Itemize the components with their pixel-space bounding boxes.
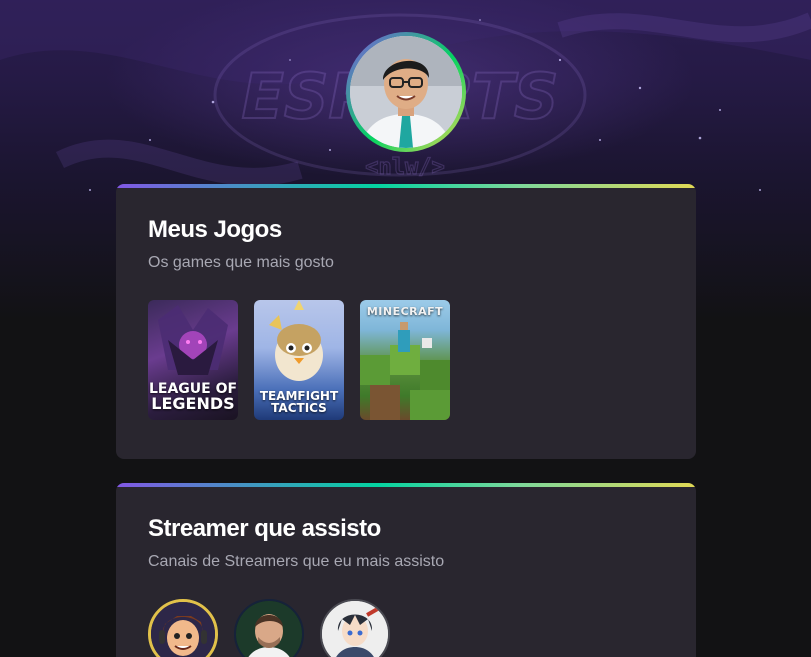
- streamers-list: [148, 599, 390, 657]
- games-card: Meus Jogos Os games que mais gosto LEAGU…: [116, 184, 696, 459]
- minecraft-art-icon: [360, 322, 450, 420]
- streamers-card-title: Streamer que assisto: [148, 515, 381, 542]
- streamer-avatar-3[interactable]: [320, 599, 390, 657]
- streamer-anime-avatar-icon: [322, 601, 388, 657]
- streamers-card-subtitle: Canais de Streamers que eu mais assisto: [148, 553, 445, 570]
- profile-photo-icon: [350, 36, 462, 148]
- nlw-logo-text: <nlw/>: [365, 155, 444, 180]
- streamer-cartoon-avatar-icon: [151, 602, 215, 657]
- streamer-avatar-2[interactable]: [234, 599, 304, 657]
- games-list: LEAGUE OF LEGENDS TEAMFIGHT TACTICS MINE…: [148, 300, 450, 420]
- profile-avatar: [350, 36, 462, 148]
- game-league-of-legends[interactable]: LEAGUE OF LEGENDS: [148, 300, 238, 420]
- game-title: MINECRAFT: [366, 305, 444, 318]
- game-teamfight-tactics[interactable]: TEAMFIGHT TACTICS: [254, 300, 344, 420]
- game-title: TEAMFIGHT TACTICS: [259, 389, 339, 415]
- game-minecraft[interactable]: MINECRAFT: [360, 300, 450, 420]
- games-card-subtitle: Os games que mais gosto: [148, 254, 334, 271]
- streamer-photo-avatar-icon: [236, 601, 302, 657]
- games-card-title: Meus Jogos: [148, 216, 282, 243]
- game-title: LEAGUE OF LEGENDS: [148, 381, 238, 413]
- profile-avatar-ring: [346, 32, 466, 152]
- streamer-avatar-1[interactable]: [148, 599, 218, 657]
- streamers-card: Streamer que assisto Canais de Streamers…: [116, 483, 696, 657]
